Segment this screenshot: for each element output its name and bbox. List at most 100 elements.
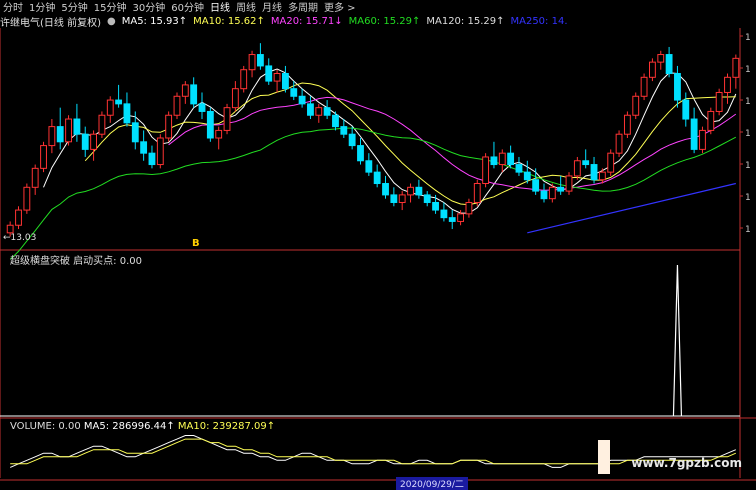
candle-body (290, 88, 298, 97)
price-tick-label: 1 (745, 33, 751, 43)
price-tick-label: 1 (745, 129, 751, 139)
candle-body (732, 57, 740, 78)
candle-body (40, 145, 47, 169)
logo-block (598, 440, 610, 474)
candle-body (623, 114, 631, 135)
candle-body (6, 224, 14, 234)
low-price-label: ←13.03 (3, 233, 36, 243)
candle-body (390, 194, 398, 203)
ma-line-5 (43, 68, 737, 214)
price-tick-label: 1 (745, 65, 751, 75)
candle-body (348, 133, 356, 147)
candle-body (657, 54, 665, 63)
candle-body (557, 186, 565, 192)
candle-body (190, 84, 198, 105)
volume-ma10: MA10: 239287.09↑ (177, 421, 276, 432)
volume-ma5: MA5: 286996.44↑ (83, 421, 175, 432)
candle-body (515, 164, 523, 173)
candle-body (382, 183, 389, 196)
candle-body (440, 209, 448, 219)
indicator-spike (672, 264, 683, 417)
candle-body (548, 186, 556, 200)
candle-body (81, 133, 89, 150)
candle-body (240, 69, 248, 90)
candle-body (665, 54, 673, 75)
candle-body (115, 99, 123, 105)
candle-body (490, 156, 498, 166)
candle-body (632, 95, 640, 116)
candle-body (432, 201, 439, 211)
candle-body (690, 118, 698, 150)
candle-body (715, 91, 723, 112)
candle-body (48, 126, 56, 147)
candle-body (215, 129, 223, 139)
candle-body (206, 110, 214, 139)
candle-body (407, 186, 414, 196)
candle-body (332, 114, 339, 128)
candle-body (523, 171, 531, 181)
candle-body (148, 152, 156, 166)
candle-body (131, 122, 139, 143)
candle-body (165, 114, 173, 139)
candle-body (565, 175, 573, 192)
candle-body (315, 107, 323, 116)
candle-body (649, 61, 656, 78)
candle-body (473, 183, 481, 203)
candle-body (448, 217, 456, 222)
candle-body (415, 186, 423, 196)
candle-body (31, 167, 39, 188)
candle-body (173, 95, 181, 116)
candle-body (231, 88, 239, 109)
candle-body (282, 73, 289, 90)
candle-body (373, 171, 381, 185)
volume-ma10-line (10, 438, 736, 465)
candle-body (398, 194, 406, 203)
candle-body (598, 171, 606, 181)
candle-body (498, 152, 506, 166)
candle-body (615, 133, 623, 154)
volume-ma5-line (10, 435, 736, 468)
candle-body (181, 84, 189, 97)
price-tick-label: 1 (745, 193, 751, 203)
candle-body (65, 118, 72, 143)
volume-value: VOLUME: 0.00 (10, 421, 84, 432)
candle-body (23, 186, 31, 211)
candle-body (248, 54, 256, 71)
candle-body (699, 129, 706, 150)
candle-body (640, 76, 648, 97)
candle-body (256, 54, 264, 67)
volume-label: VOLUME: 0.00 MA5: 286996.44↑ MA10: 23928… (10, 421, 275, 432)
candlestick-chart[interactable]: 1 1 1 1 1 1 1 ←13.03 B (0, 0, 756, 487)
candle-body (90, 133, 97, 150)
candle-body (15, 209, 22, 226)
candle-body (590, 164, 598, 181)
candle-body (307, 103, 314, 116)
candle-body (457, 213, 464, 222)
candle-body (423, 194, 431, 203)
candle-body (198, 103, 206, 112)
candle-body (482, 156, 490, 185)
candle-body (56, 126, 64, 143)
candle-body (73, 118, 81, 135)
candle-body (156, 137, 164, 166)
candle-body (607, 152, 615, 173)
candle-body (265, 65, 273, 82)
candle-body (582, 160, 590, 166)
candle-body (724, 76, 731, 93)
price-tick-label: 1 (745, 225, 751, 235)
candle-body (340, 126, 348, 135)
candle-body (674, 73, 681, 101)
candle-body (323, 107, 331, 116)
candle-body (140, 141, 148, 154)
candle-body (540, 190, 548, 200)
candle-body (532, 179, 540, 192)
candle-body (223, 107, 231, 131)
candle-body (298, 95, 306, 105)
candle-body (507, 152, 515, 166)
candle-body (365, 160, 373, 173)
candle-body (465, 201, 473, 215)
candle-body (273, 73, 281, 82)
date-badge: 2020/09/29/二 (396, 477, 468, 490)
candle-body (123, 103, 131, 124)
candle-body (707, 110, 715, 131)
